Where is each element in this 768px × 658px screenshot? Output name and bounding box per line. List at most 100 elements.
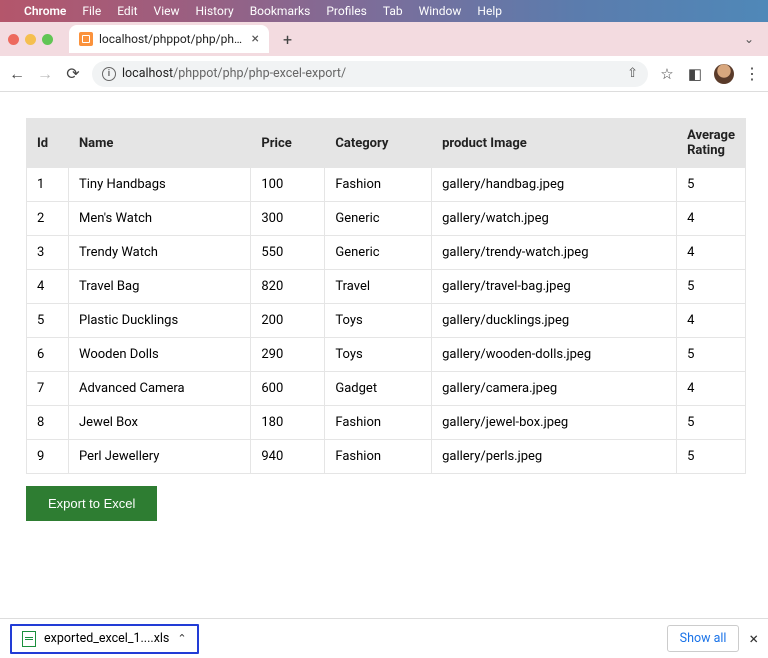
menu-edit[interactable]: Edit: [117, 4, 137, 18]
col-image: product Image: [432, 119, 677, 168]
menu-bookmarks[interactable]: Bookmarks: [250, 4, 311, 18]
cell-image: gallery/perls.jpeg: [432, 440, 677, 474]
table-row: 3Trendy Watch550Genericgallery/trendy-wa…: [27, 236, 746, 270]
cell-rating: 4: [677, 304, 746, 338]
cell-id: 9: [27, 440, 69, 474]
col-rating: Average Rating: [677, 119, 746, 168]
cell-price: 820: [251, 270, 325, 304]
menu-help[interactable]: Help: [477, 4, 502, 18]
cell-price: 300: [251, 202, 325, 236]
cell-image: gallery/jewel-box.jpeg: [432, 406, 677, 440]
col-price: Price: [251, 119, 325, 168]
share-icon[interactable]: ⇧: [627, 66, 638, 81]
cell-id: 4: [27, 270, 69, 304]
cell-name: Wooden Dolls: [69, 338, 251, 372]
cell-id: 2: [27, 202, 69, 236]
menu-profiles[interactable]: Profiles: [326, 4, 367, 18]
table-row: 4Travel Bag820Travelgallery/travel-bag.j…: [27, 270, 746, 304]
export-button[interactable]: Export to Excel: [26, 486, 157, 521]
cell-rating: 5: [677, 440, 746, 474]
cell-name: Advanced Camera: [69, 372, 251, 406]
menu-tab[interactable]: Tab: [383, 4, 403, 18]
show-all-downloads-button[interactable]: Show all: [667, 625, 740, 652]
cell-id: 7: [27, 372, 69, 406]
download-menu-icon[interactable]: ⌃: [177, 632, 186, 645]
cell-id: 3: [27, 236, 69, 270]
table-row: 5Plastic Ducklings200Toysgallery/ducklin…: [27, 304, 746, 338]
close-tab-icon[interactable]: ×: [252, 31, 259, 47]
page-viewport: Id Name Price Category product Image Ave…: [0, 92, 768, 618]
cell-category: Toys: [325, 338, 432, 372]
menu-file[interactable]: File: [82, 4, 101, 18]
cell-category: Fashion: [325, 168, 432, 202]
table-row: 6Wooden Dolls290Toysgallery/wooden-dolls…: [27, 338, 746, 372]
cell-category: Fashion: [325, 440, 432, 474]
bookmark-icon[interactable]: ☆: [658, 65, 676, 83]
cell-name: Men's Watch: [69, 202, 251, 236]
forward-button: →: [36, 64, 54, 84]
cell-name: Plastic Ducklings: [69, 304, 251, 338]
table-row: 2Men's Watch300Genericgallery/watch.jpeg…: [27, 202, 746, 236]
menu-app[interactable]: Chrome: [24, 4, 66, 18]
browser-tab[interactable]: localhost/phppot/php/php-exc ×: [69, 25, 269, 53]
cell-price: 940: [251, 440, 325, 474]
cell-price: 600: [251, 372, 325, 406]
cell-image: gallery/travel-bag.jpeg: [432, 270, 677, 304]
cell-price: 290: [251, 338, 325, 372]
site-info-icon[interactable]: i: [102, 67, 116, 81]
cell-category: Fashion: [325, 406, 432, 440]
window-controls: [8, 34, 53, 45]
new-tab-button[interactable]: +: [277, 30, 298, 49]
cell-id: 8: [27, 406, 69, 440]
cell-price: 550: [251, 236, 325, 270]
tab-title: localhost/phppot/php/php-exc: [99, 32, 246, 46]
cell-image: gallery/trendy-watch.jpeg: [432, 236, 677, 270]
maximize-window-icon[interactable]: [42, 34, 53, 45]
cell-name: Trendy Watch: [69, 236, 251, 270]
profile-avatar[interactable]: [714, 64, 734, 84]
cell-image: gallery/wooden-dolls.jpeg: [432, 338, 677, 372]
cell-rating: 5: [677, 270, 746, 304]
cell-category: Gadget: [325, 372, 432, 406]
extensions-icon[interactable]: ◧: [686, 65, 704, 83]
cell-price: 100: [251, 168, 325, 202]
reload-button[interactable]: ⟳: [64, 64, 82, 83]
menu-history[interactable]: History: [196, 4, 234, 18]
cell-image: gallery/watch.jpeg: [432, 202, 677, 236]
cell-name: Perl Jewellery: [69, 440, 251, 474]
download-filename: exported_excel_1....xls: [44, 631, 169, 646]
table-row: 1Tiny Handbags100Fashiongallery/handbag.…: [27, 168, 746, 202]
macos-menubar: Chrome File Edit View History Bookmarks …: [0, 0, 768, 22]
cell-price: 200: [251, 304, 325, 338]
cell-id: 1: [27, 168, 69, 202]
tab-overflow-icon[interactable]: ⌄: [744, 32, 754, 46]
back-button[interactable]: ←: [8, 64, 26, 84]
table-row: 8Jewel Box180Fashiongallery/jewel-box.jp…: [27, 406, 746, 440]
cell-name: Jewel Box: [69, 406, 251, 440]
minimize-window-icon[interactable]: [25, 34, 36, 45]
address-bar[interactable]: i localhost/phppot/php/php-excel-export/…: [92, 61, 648, 87]
cell-image: gallery/camera.jpeg: [432, 372, 677, 406]
menu-window[interactable]: Window: [419, 4, 462, 18]
col-category: Category: [325, 119, 432, 168]
table-row: 9Perl Jewellery940Fashiongallery/perls.j…: [27, 440, 746, 474]
tab-strip: localhost/phppot/php/php-exc × + ⌄: [0, 22, 768, 56]
xls-file-icon: [22, 631, 36, 647]
download-item[interactable]: exported_excel_1....xls ⌃: [10, 624, 199, 654]
cell-rating: 4: [677, 236, 746, 270]
cell-category: Generic: [325, 236, 432, 270]
close-downloads-bar-icon[interactable]: ×: [749, 629, 758, 648]
menu-view[interactable]: View: [154, 4, 180, 18]
cell-rating: 4: [677, 372, 746, 406]
downloads-bar: exported_excel_1....xls ⌃ Show all ×: [0, 618, 768, 658]
cell-name: Travel Bag: [69, 270, 251, 304]
cell-rating: 5: [677, 338, 746, 372]
cell-id: 6: [27, 338, 69, 372]
page-content: Id Name Price Category product Image Ave…: [26, 118, 746, 521]
cell-category: Generic: [325, 202, 432, 236]
cell-id: 5: [27, 304, 69, 338]
cell-image: gallery/ducklings.jpeg: [432, 304, 677, 338]
chrome-menu-icon[interactable]: ⋮: [744, 64, 760, 83]
cell-rating: 5: [677, 406, 746, 440]
close-window-icon[interactable]: [8, 34, 19, 45]
